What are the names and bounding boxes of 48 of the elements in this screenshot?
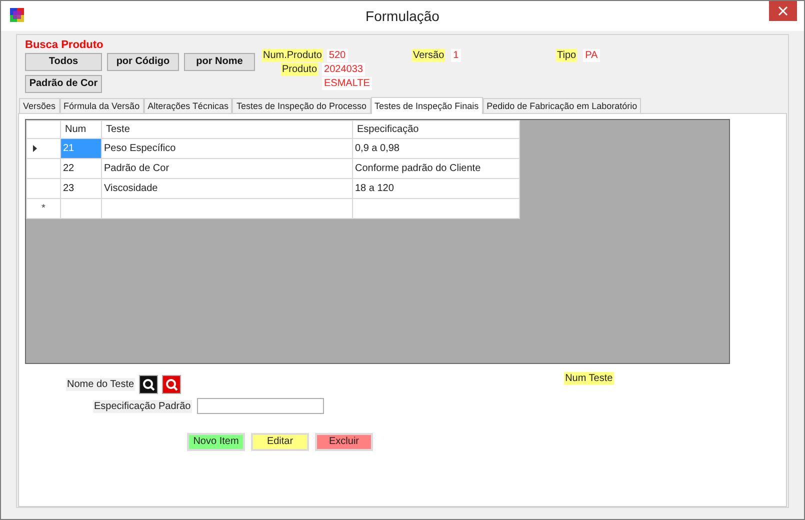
- tab[interactable]: Testes de Inspeção Finais: [370, 97, 483, 114]
- table-cell: 21: [60, 138, 102, 158]
- tab[interactable]: Alterações Técnicas: [144, 98, 232, 113]
- app-logo-icon: [10, 8, 24, 22]
- close-icon: [778, 6, 788, 16]
- field-value: 2024033: [322, 63, 365, 76]
- field-label: Versão: [412, 49, 446, 62]
- field-label: Num.Produto: [262, 49, 323, 62]
- action-button[interactable]: Novo Item: [187, 433, 245, 451]
- tab[interactable]: Fórmula da Versão: [60, 98, 144, 113]
- table-cell: Peso Específico: [102, 138, 352, 158]
- table-cell: 0,9 a 0,98: [352, 138, 520, 158]
- search-button[interactable]: Padrão de Cor: [25, 75, 102, 93]
- search-button[interactable]: Todos: [25, 53, 102, 71]
- field-value: ESMALTE: [322, 77, 372, 90]
- field-label: Nome do Teste: [66, 378, 136, 390]
- field-value: 1: [451, 49, 461, 62]
- field-value: PA: [583, 49, 600, 62]
- column-header[interactable]: Num: [60, 120, 102, 138]
- tab[interactable]: Testes de Inspeção do Processo: [232, 98, 371, 113]
- action-button[interactable]: Excluir: [315, 433, 373, 451]
- search-button[interactable]: por Código: [107, 53, 179, 71]
- table-cell: Conforme padrão do Cliente: [352, 158, 520, 178]
- table-cell: 23: [60, 178, 102, 198]
- search-button[interactable]: [139, 374, 158, 394]
- table-cell: Padrão de Cor: [102, 158, 352, 178]
- column-header[interactable]: Teste: [102, 120, 352, 138]
- close-button[interactable]: [769, 1, 797, 21]
- search-button[interactable]: por Nome: [184, 53, 255, 71]
- search-icon: [142, 378, 156, 390]
- field-label: Tipo: [556, 49, 578, 62]
- table-cell: Viscosidade: [102, 178, 352, 198]
- tab[interactable]: Pedido de Fabricação em Laboratório: [482, 98, 642, 113]
- field-value: 520: [326, 49, 348, 62]
- section-title: Busca Produto: [25, 39, 104, 52]
- table-cell: 22: [60, 158, 102, 178]
- window-title: Formulação: [366, 6, 440, 26]
- field-label: Produto: [281, 63, 318, 76]
- new-row-marker: *: [42, 203, 46, 214]
- action-button[interactable]: Editar: [251, 433, 309, 451]
- table-cell: 18 a 120: [352, 178, 520, 198]
- input-field[interactable]: [196, 398, 324, 414]
- current-row-icon: [33, 145, 37, 152]
- column-header[interactable]: Especificação: [352, 120, 520, 138]
- field-label: Especificação Padrão: [93, 400, 192, 412]
- tab[interactable]: Versões: [19, 98, 60, 113]
- field-label: Num Teste: [564, 372, 614, 385]
- search-icon: [165, 378, 178, 390]
